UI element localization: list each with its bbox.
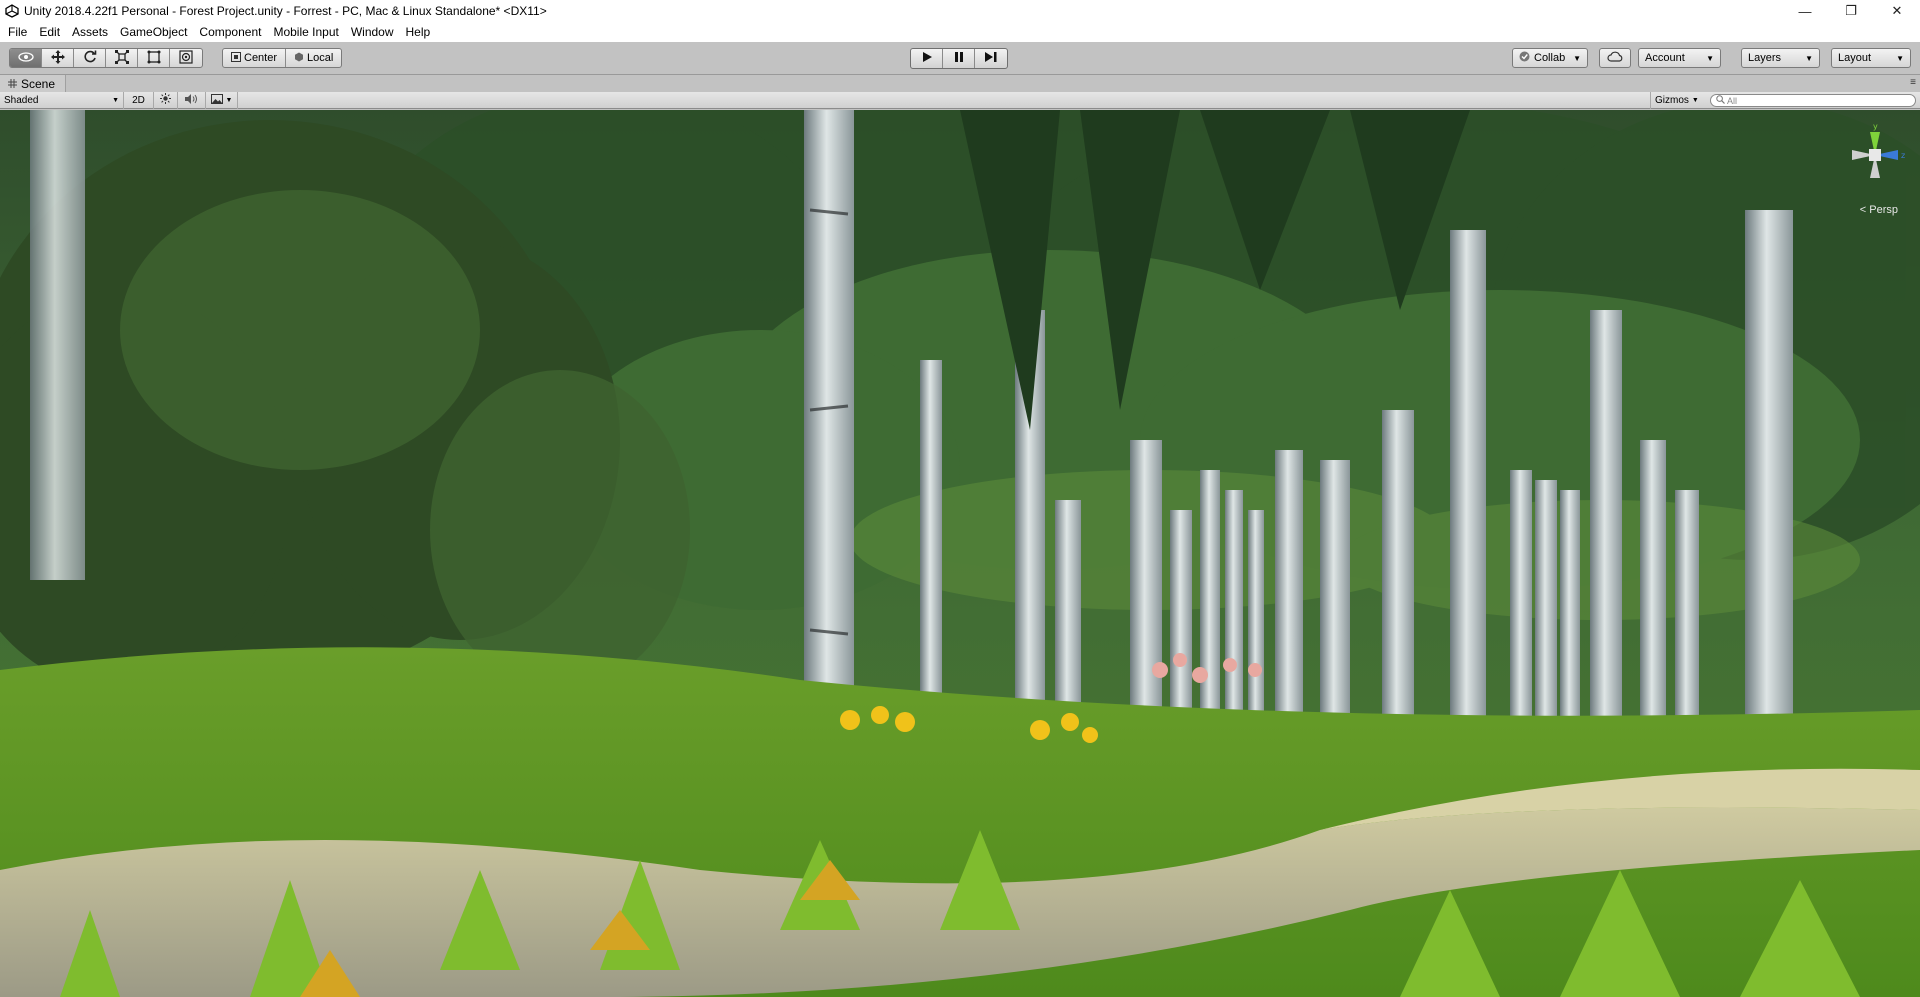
step-button[interactable]	[975, 49, 1007, 68]
shading-mode-label: Shaded	[4, 94, 39, 106]
svg-text:z: z	[1901, 151, 1905, 160]
menu-help[interactable]: Help	[400, 22, 437, 42]
gizmos-dropdown[interactable]: Gizmos ▼	[1650, 92, 1703, 109]
pause-button[interactable]	[943, 49, 975, 68]
menu-component[interactable]: Component	[193, 22, 267, 42]
gizmos-label: Gizmos	[1655, 95, 1689, 106]
scale-icon	[114, 49, 129, 67]
toggle-2d-button[interactable]: 2D	[124, 91, 154, 109]
rect-tool-button[interactable]	[138, 49, 170, 67]
play-icon	[921, 51, 933, 66]
maximize-button[interactable]: ❐	[1828, 0, 1874, 22]
tab-scene-label: Scene	[21, 76, 56, 91]
forest-scene-render	[0, 110, 1920, 997]
scene-audio-toggle[interactable]	[178, 91, 206, 109]
layout-dropdown[interactable]: Layout ▼	[1831, 48, 1911, 68]
shading-mode-dropdown[interactable]: Shaded ▼	[0, 91, 124, 109]
layers-label: Layers	[1748, 52, 1782, 64]
collab-check-icon	[1519, 51, 1530, 65]
toggle-2d-label: 2D	[132, 94, 145, 106]
transform-icon	[179, 49, 193, 67]
minimize-button[interactable]: —	[1782, 0, 1828, 22]
view-tool-button[interactable]	[10, 49, 42, 67]
collab-label: Collab	[1534, 52, 1566, 64]
scene-tab-bar: Scene ≡	[0, 75, 1920, 92]
search-placeholder: All	[1727, 95, 1738, 106]
chevron-down-icon: ▼	[112, 96, 119, 104]
pivot-toggles: Center Local	[222, 48, 343, 68]
menu-gameobject[interactable]: GameObject	[114, 22, 193, 42]
window-controls: — ❐ ✕	[1782, 0, 1920, 22]
chevron-down-icon: ▼	[1896, 53, 1904, 63]
scene-search-input[interactable]: All	[1710, 94, 1916, 107]
pivot-center-label: Center	[244, 52, 278, 64]
unity-logo-icon	[4, 3, 20, 19]
tab-menu-icon[interactable]: ≡	[1910, 77, 1916, 88]
tab-scene[interactable]: Scene	[0, 75, 67, 92]
transform-tools	[9, 48, 203, 68]
orientation-gizmo[interactable]: y z	[1840, 120, 1910, 210]
account-label: Account	[1645, 52, 1685, 64]
sun-icon	[160, 93, 171, 107]
window-title: Unity 2018.4.22f1 Personal - Forest Proj…	[24, 4, 547, 18]
rect-icon	[147, 50, 161, 67]
close-button[interactable]: ✕	[1874, 0, 1920, 22]
eye-icon	[17, 51, 34, 65]
projection-label[interactable]: < Persp	[1860, 204, 1898, 216]
move-icon	[50, 49, 65, 67]
local-globe-icon	[294, 52, 304, 65]
pivot-center-button[interactable]: Center	[223, 49, 287, 67]
scene-effects-dropdown[interactable]: ▼	[206, 91, 238, 109]
pivot-local-label: Local	[307, 52, 334, 64]
cloud-services-button[interactable]	[1599, 48, 1631, 68]
main-toolbar: Center Local Collab ▼ Account ▼ Layers ▼…	[0, 42, 1920, 75]
menu-mobile-input[interactable]: Mobile Input	[267, 22, 344, 42]
step-icon	[984, 51, 998, 66]
play-button[interactable]	[911, 49, 943, 68]
rotate-tool-button[interactable]	[74, 49, 106, 67]
menu-bar: File Edit Assets GameObject Component Mo…	[0, 22, 1920, 42]
menu-file[interactable]: File	[2, 22, 33, 42]
transform-tool-button[interactable]	[170, 49, 202, 67]
account-dropdown[interactable]: Account ▼	[1638, 48, 1721, 68]
scale-tool-button[interactable]	[106, 49, 138, 67]
menu-edit[interactable]: Edit	[33, 22, 66, 42]
search-icon	[1716, 95, 1725, 106]
move-tool-button[interactable]	[42, 49, 74, 67]
scene-grid-icon	[8, 77, 17, 91]
collab-dropdown[interactable]: Collab ▼	[1512, 48, 1588, 68]
chevron-down-icon: ▼	[1691, 97, 1699, 104]
speaker-icon	[185, 93, 198, 107]
layout-label: Layout	[1838, 52, 1872, 64]
playback-controls	[910, 48, 1008, 69]
scene-toolbar: Shaded ▼ 2D ▼ Gizmos ▼ All	[0, 91, 1920, 109]
rotate-icon	[83, 50, 97, 67]
layers-dropdown[interactable]: Layers ▼	[1741, 48, 1820, 68]
scene-viewport[interactable]: y z < Persp	[0, 110, 1920, 997]
scene-lighting-toggle[interactable]	[154, 91, 178, 109]
menu-assets[interactable]: Assets	[66, 22, 114, 42]
image-icon	[210, 93, 223, 107]
chevron-down-icon: ▼	[1805, 53, 1813, 63]
pivot-center-icon	[231, 51, 241, 65]
cloud-icon	[1607, 51, 1623, 65]
pivot-local-button[interactable]: Local	[286, 49, 341, 67]
chevron-down-icon: ▼	[225, 96, 233, 104]
chevron-down-icon: ▼	[1706, 53, 1714, 63]
menu-window[interactable]: Window	[345, 22, 400, 42]
pause-icon	[953, 51, 965, 66]
title-bar: Unity 2018.4.22f1 Personal - Forest Proj…	[0, 0, 1920, 22]
svg-text:y: y	[1873, 122, 1878, 131]
chevron-down-icon: ▼	[1573, 53, 1581, 63]
